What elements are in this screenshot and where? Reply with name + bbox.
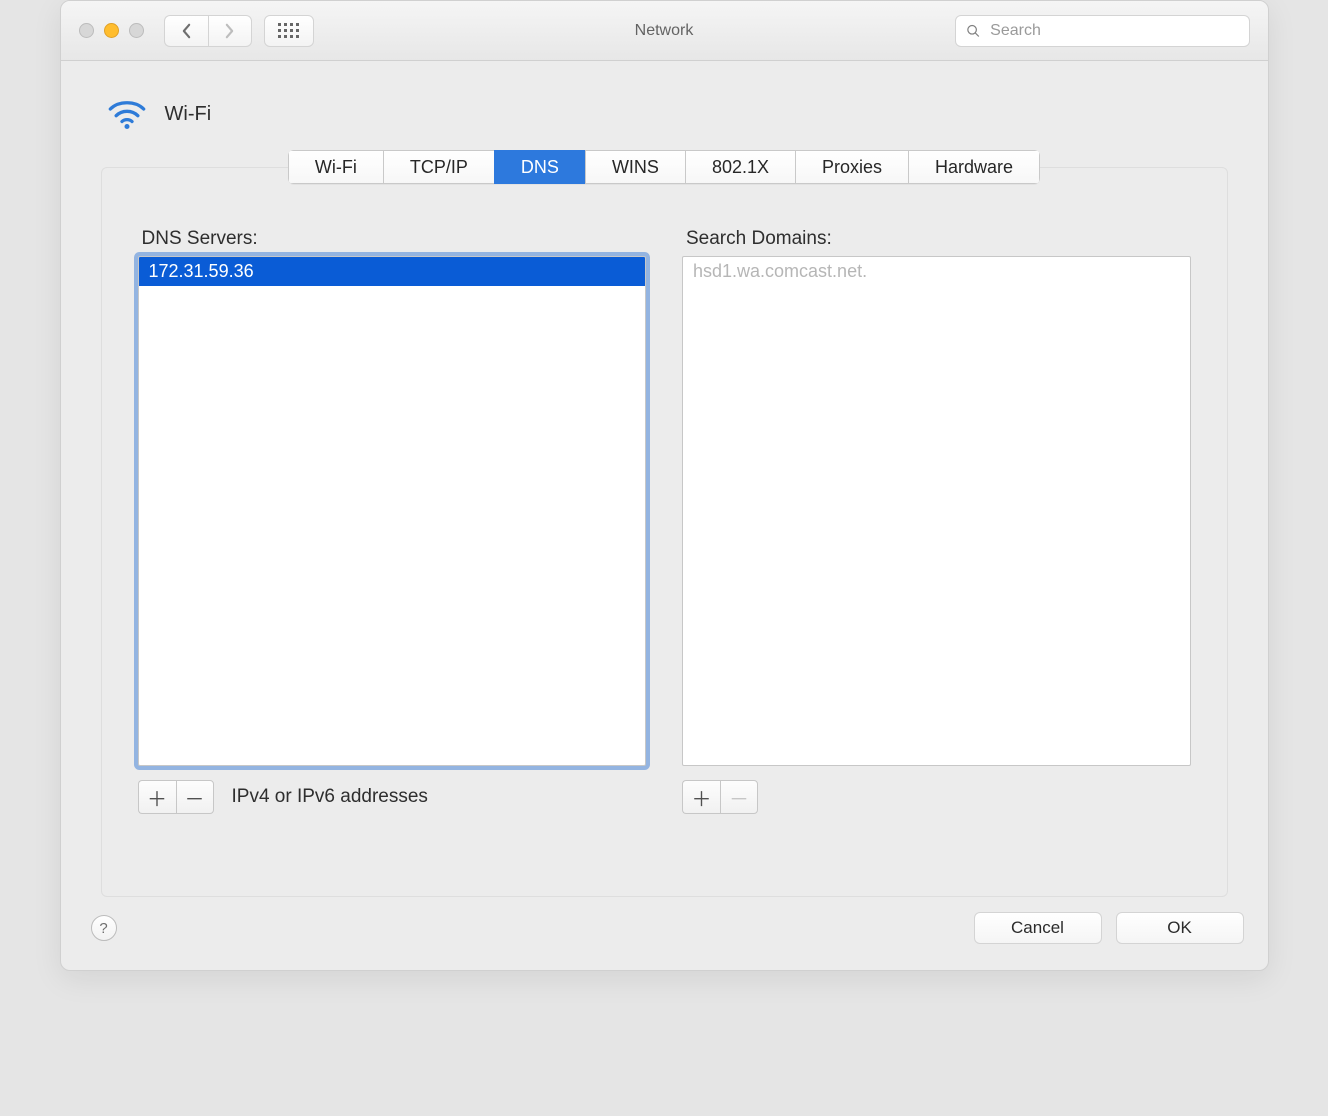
search-field[interactable]	[955, 15, 1250, 47]
ok-button[interactable]: OK	[1116, 912, 1244, 944]
interface-name: Wi-Fi	[165, 103, 212, 126]
tab-802-1x[interactable]: 802.1X	[685, 150, 795, 184]
cancel-button[interactable]: Cancel	[974, 912, 1102, 944]
chevron-left-icon	[181, 23, 192, 39]
close-window-button[interactable]	[79, 23, 94, 38]
dns-hint: IPv4 or IPv6 addresses	[232, 786, 428, 808]
tabs: Wi-FiTCP/IPDNSWINS802.1XProxiesHardware	[101, 150, 1228, 184]
back-button[interactable]	[164, 15, 208, 47]
nav-buttons	[164, 15, 252, 47]
grid-icon	[278, 23, 299, 38]
tab-wins[interactable]: WINS	[585, 150, 685, 184]
dns-add-button[interactable]: ＋	[138, 780, 176, 814]
chevron-right-icon	[224, 23, 235, 39]
body: Wi-Fi Wi-FiTCP/IPDNSWINS802.1XProxiesHar…	[61, 61, 1268, 912]
show-all-button[interactable]	[264, 15, 314, 47]
footer: ? Cancel OK	[61, 912, 1268, 970]
zoom-window-button[interactable]	[129, 23, 144, 38]
dns-servers-label: DNS Servers:	[142, 228, 647, 250]
window-controls	[79, 23, 144, 38]
network-preferences-window: Network Wi-Fi Wi-FiTCP/IPDNSWINS802.1XPr…	[60, 0, 1269, 971]
minimize-window-button[interactable]	[104, 23, 119, 38]
search-domain-item[interactable]: hsd1.wa.comcast.net.	[683, 257, 1190, 286]
interface-header: Wi-Fi	[107, 94, 1228, 134]
search-domains-list[interactable]: hsd1.wa.comcast.net.	[682, 256, 1191, 766]
search-domains-remove-button[interactable]: －	[720, 780, 758, 814]
search-domains-column: Search Domains: hsd1.wa.comcast.net. ＋ －	[682, 228, 1191, 814]
search-input[interactable]	[988, 21, 1238, 41]
tab-proxies[interactable]: Proxies	[795, 150, 908, 184]
search-domains-label: Search Domains:	[686, 228, 1191, 250]
dns-servers-column: DNS Servers: 172.31.59.36 ＋ － IPv4 or IP…	[138, 228, 647, 814]
help-button[interactable]: ?	[91, 915, 117, 941]
dns-servers-list[interactable]: 172.31.59.36	[138, 256, 647, 766]
search-domains-add-button[interactable]: ＋	[682, 780, 720, 814]
dns-panel: DNS Servers: 172.31.59.36 ＋ － IPv4 or IP…	[101, 167, 1228, 897]
tab-hardware[interactable]: Hardware	[908, 150, 1040, 184]
search-domains-add-remove: ＋ －	[682, 780, 758, 814]
tab-tcp-ip[interactable]: TCP/IP	[383, 150, 494, 184]
dns-add-remove: ＋ －	[138, 780, 214, 814]
titlebar: Network	[61, 1, 1268, 61]
forward-button[interactable]	[208, 15, 252, 47]
tab-dns[interactable]: DNS	[494, 150, 585, 184]
search-icon	[966, 23, 981, 39]
tab-wi-fi[interactable]: Wi-Fi	[288, 150, 383, 184]
dns-remove-button[interactable]: －	[176, 780, 214, 814]
wifi-icon	[107, 94, 147, 134]
dns-server-item[interactable]: 172.31.59.36	[139, 257, 646, 286]
